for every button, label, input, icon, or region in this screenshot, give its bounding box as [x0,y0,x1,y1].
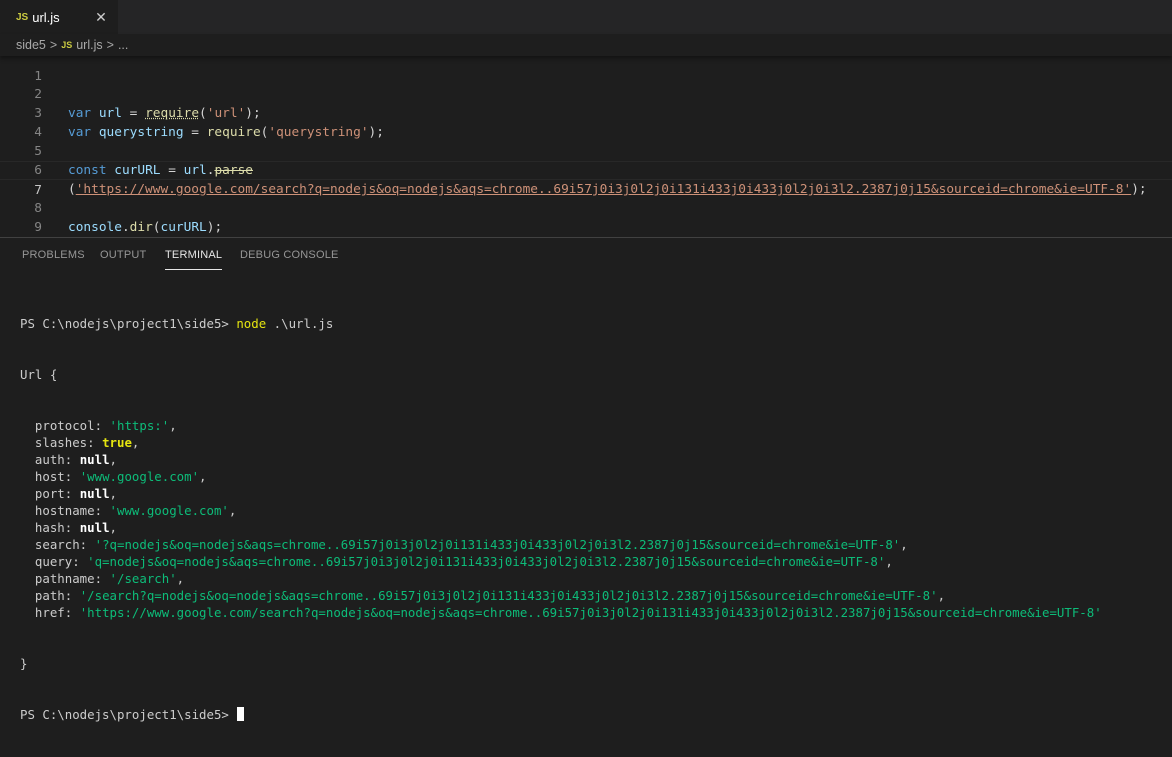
field-key: href: [20,605,80,620]
punctuation: . [121,220,130,235]
field-value: 'www.google.com' [109,503,229,518]
javascript-file-icon: JS [16,11,29,23]
field-key: search: [20,537,95,552]
field-value: true [102,435,132,450]
code-line: 2 var url = require('url'); [0,66,1172,121]
close-icon[interactable]: ✕ [92,8,110,26]
tab-terminal[interactable]: TERMINAL [165,249,223,270]
field-separator: , [228,503,237,518]
identifier: curURL [160,220,207,235]
breadcrumb-folder[interactable]: side5 [16,38,46,52]
terminal-cursor [237,707,245,721]
field-value: null [79,486,110,501]
field-separator: , [169,418,177,433]
field-key: hostname: [20,503,110,518]
terminal-field-line: href: 'https://www.google.com/search?q=n… [20,604,1102,621]
code-line: 5 const curURL = url.parse [0,123,1172,178]
terminal-field-line: host: 'www.google.com', [20,468,1102,485]
panel-tabs: PROBLEMS OUTPUT TERMINAL DEBUG CONSOLE [0,238,1172,274]
identifier: console [68,220,122,235]
field-key: port: [20,486,80,501]
field-separator: , [109,520,117,535]
chevron-right-icon: > [49,38,58,52]
code-line: 9 [0,199,1172,235]
field-key: pathname: [20,571,110,586]
current-code-line: 7 [0,161,1172,198]
javascript-file-icon: JS [61,40,73,50]
breadcrumb-file[interactable]: url.js [76,38,102,52]
field-key: slashes: [20,435,103,450]
field-key: auth: [20,452,80,467]
bottom-panel: PROBLEMS OUTPUT TERMINAL DEBUG CONSOLE P… [0,237,1172,722]
terminal-field-line: auth: null, [20,451,1102,468]
field-key: path: [20,588,80,603]
terminal-field-line: hostname: 'www.google.com', [20,502,1102,519]
code-line: 3 var querystring = require('querystring… [0,85,1172,140]
field-separator: , [885,554,893,569]
field-value: 'www.google.com' [79,469,200,484]
field-key: hash: [20,520,80,535]
line-number: 9 [34,220,42,235]
field-separator: , [199,469,207,484]
editor-tab-bar: JS url.js ✕ [0,0,1172,34]
tab-debug-console[interactable]: DEBUG CONSOLE [240,249,339,261]
tab-title: url.js [32,9,60,25]
terminal-field-line: protocol: 'https:', [20,417,1102,434]
field-value: '/search' [109,571,177,586]
terminal-field-line: path: '/search?q=nodejs&oq=nodejs&aqs=ch… [20,587,1102,604]
breadcrumb: side5 > JS url.js > ... [0,34,1172,56]
field-separator: , [109,486,117,501]
field-key: protocol: [20,418,110,433]
punctuation: ( [152,220,161,235]
code-line: 4 [0,104,1172,140]
field-value: 'https:' [109,418,170,433]
field-separator: , [937,588,946,603]
terminal-prompt: PS C:\nodejs\project1\side5> [20,707,229,722]
terminal-command: node [236,316,267,331]
terminal-field-line: query: 'q=nodejs&oq=nodejs&aqs=chrome..6… [20,553,1102,570]
terminal-line: } [20,656,28,671]
terminal-field-line: slashes: true, [20,434,1102,451]
field-value: '?q=nodejs&oq=nodejs&aqs=chrome..69i57j0… [94,537,901,552]
field-value: '/search?q=nodejs&oq=nodejs&aqs=chrome..… [79,588,938,603]
terminal-field-line: search: '?q=nodejs&oq=nodejs&aqs=chrome.… [20,536,1102,553]
terminal-line: PS C:\nodejs\project1\side5> [20,706,1102,723]
terminal-field-line: hash: null, [20,519,1102,536]
chevron-right-icon: > [106,38,114,52]
url-object-fields: protocol: 'https:', slashes: true, auth:… [20,417,1102,621]
field-separator: , [109,452,117,467]
terminal-prompt: PS C:\nodejs\project1\side5> [20,316,229,331]
code-line: 8 console.dir(curURL); [0,180,1172,235]
terminal-field-line: pathname: '/search', [20,570,1102,587]
tab-url-js[interactable]: JS url.js ✕ [0,0,118,34]
tab-problems[interactable]: PROBLEMS [22,249,85,261]
punctuation: ); [206,220,223,235]
field-separator: , [131,435,140,450]
terminal-args: .\url.js [266,316,334,331]
field-separator: , [900,537,908,552]
terminal-line: Url { [20,367,58,382]
field-value: 'q=nodejs&oq=nodejs&aqs=chrome..69i57j0i… [87,554,886,569]
terminal-line: PS C:\nodejs\project1\side5> node .\url.… [20,315,1102,332]
field-key: query: [20,554,88,569]
field-separator: , [176,571,185,586]
field-value: 'https://www.google.com/search?q=nodejs&… [79,605,1102,620]
code-editor[interactable]: 1 2 var url = require('url'); 3 var quer… [0,56,1172,237]
field-key: host: [20,469,80,484]
terminal-field-line: port: null, [20,485,1102,502]
function-name: dir [129,220,153,235]
field-value: null [79,452,110,467]
tab-output[interactable]: OUTPUT [100,249,146,261]
terminal-output[interactable]: PS C:\nodejs\project1\side5> node .\url.… [20,281,1102,757]
code-line: 6 ('https://www.google.com/search?q=node… [0,142,1172,197]
field-value: null [79,520,110,535]
breadcrumb-symbols[interactable]: ... [118,38,128,52]
